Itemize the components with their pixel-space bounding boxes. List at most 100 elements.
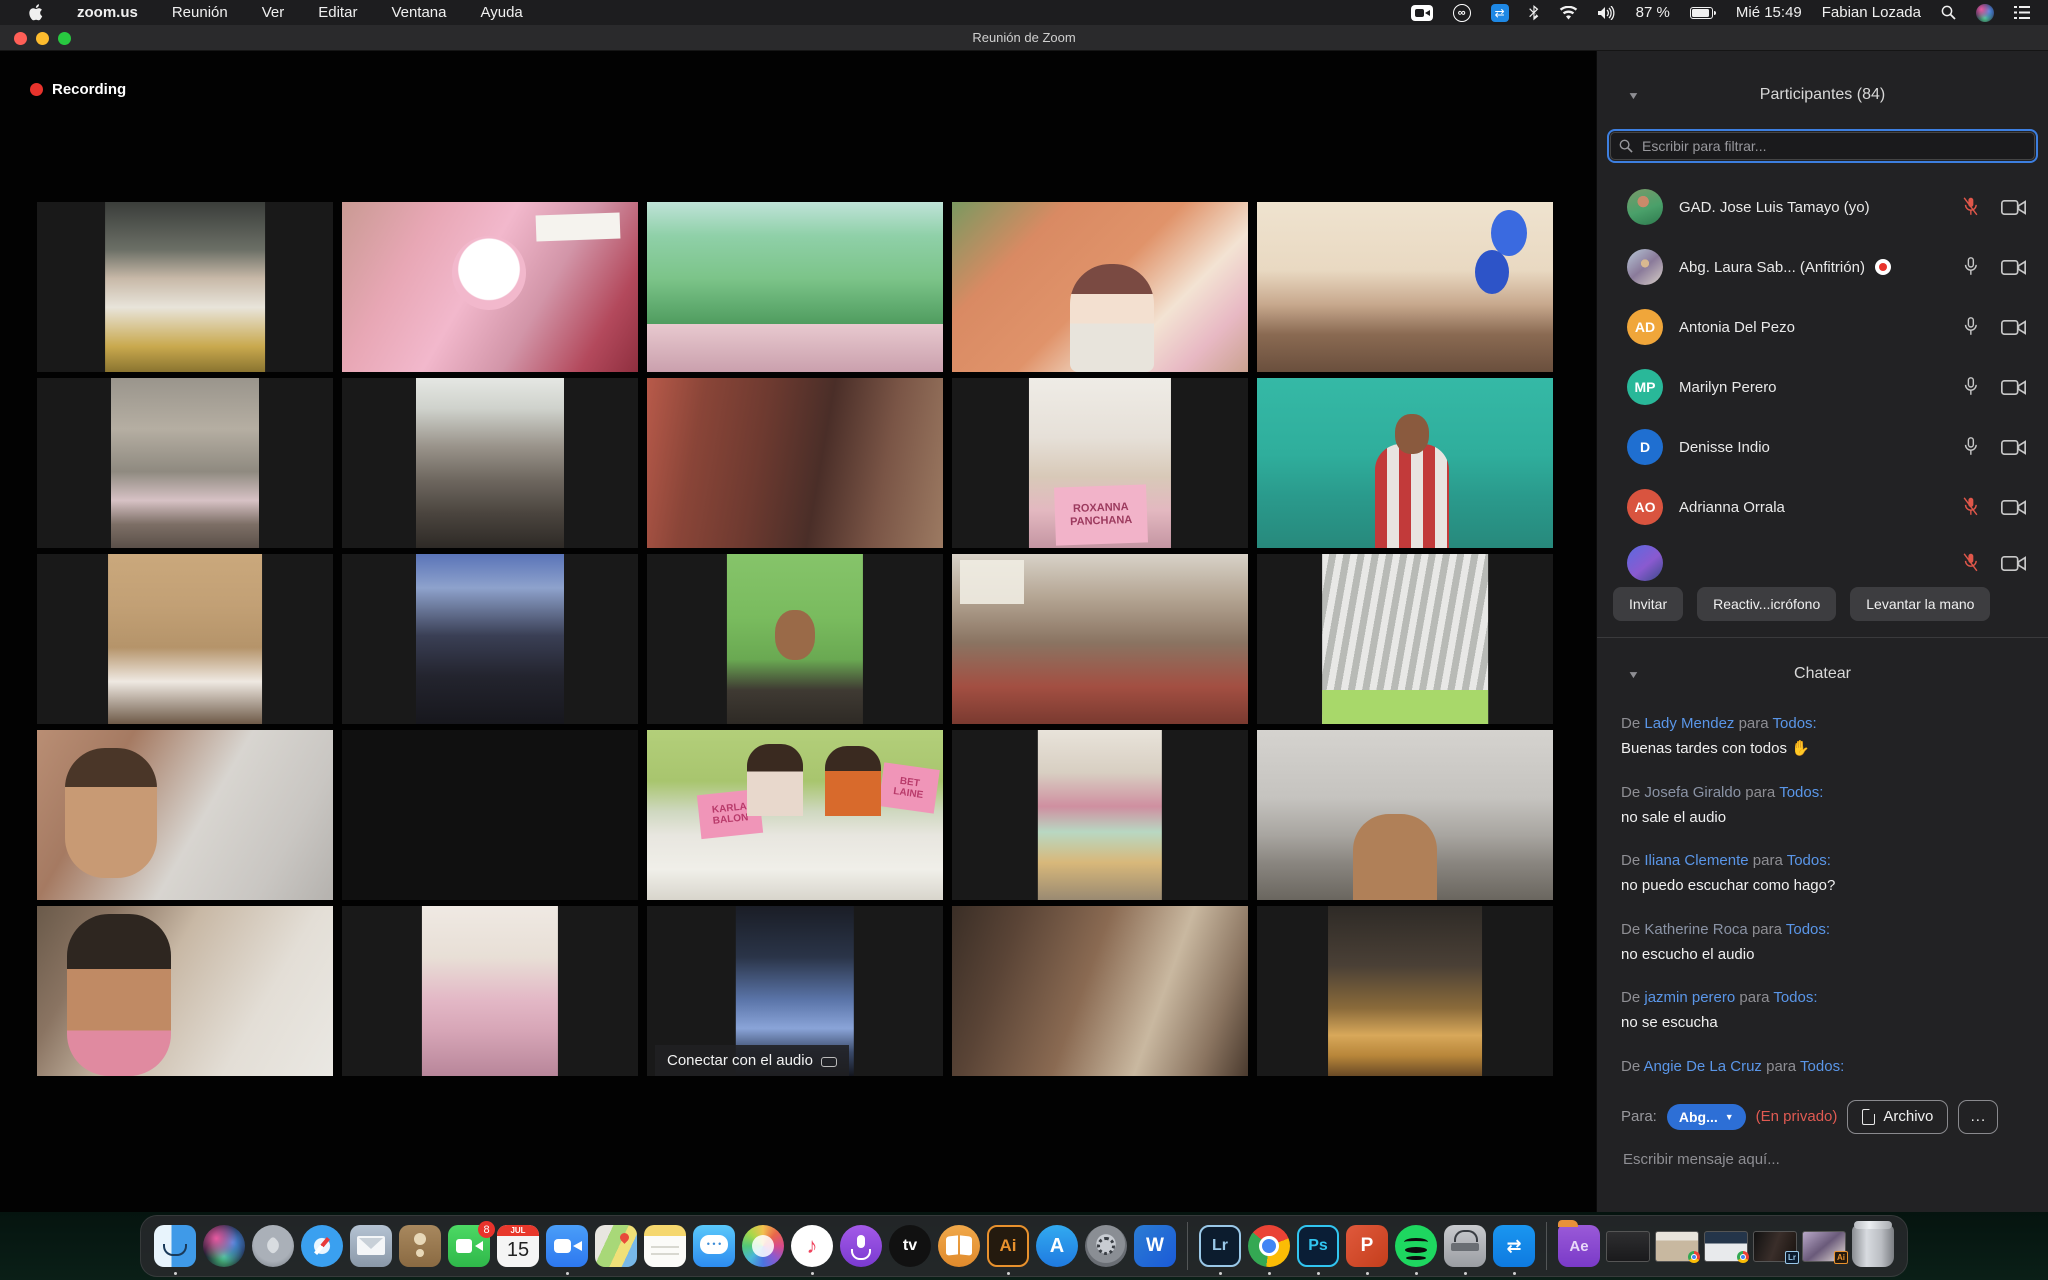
volume-icon[interactable] xyxy=(1598,4,1616,22)
recipient-name[interactable]: Todos: xyxy=(1800,1058,1844,1075)
video-tile[interactable] xyxy=(37,202,333,372)
connect-audio-tooltip[interactable]: Conectar con el audio xyxy=(655,1045,849,1076)
zoom-camera-menu-icon[interactable] xyxy=(1411,4,1433,22)
mic-icon[interactable] xyxy=(1962,375,1979,399)
apple-menu-icon[interactable] xyxy=(28,4,43,22)
menu-ayuda[interactable]: Ayuda xyxy=(481,4,523,21)
video-tile[interactable] xyxy=(952,906,1248,1076)
video-tile[interactable] xyxy=(1257,202,1553,372)
dock-maps[interactable] xyxy=(594,1218,638,1274)
dock-zoom[interactable] xyxy=(545,1218,589,1274)
dock-minimized-lightroom-window[interactable]: Lr xyxy=(1753,1218,1797,1274)
video-tile[interactable] xyxy=(647,202,943,372)
recipient-name[interactable]: Todos: xyxy=(1773,989,1817,1006)
chat-message-input[interactable] xyxy=(1621,1150,2001,1169)
invite-button[interactable]: Invitar xyxy=(1613,587,1683,621)
recipient-dropdown[interactable]: Abg...▼ xyxy=(1667,1104,1746,1130)
video-on-icon[interactable] xyxy=(2001,319,2026,336)
video-tile[interactable] xyxy=(342,554,638,724)
recipient-name[interactable]: Todos: xyxy=(1786,921,1830,938)
video-tile[interactable] xyxy=(647,554,943,724)
dock-books[interactable] xyxy=(937,1218,981,1274)
video-tile[interactable] xyxy=(952,554,1248,724)
mic-icon[interactable] xyxy=(1962,315,1979,339)
dock-finder[interactable] xyxy=(153,1218,197,1274)
sender-name[interactable]: Josefa Giraldo xyxy=(1644,784,1741,801)
menu-ver[interactable]: Ver xyxy=(262,4,285,21)
dock-spotify[interactable] xyxy=(1394,1218,1438,1274)
teamviewer-menu-icon[interactable]: ⇄ xyxy=(1491,4,1509,22)
dock-lightroom[interactable]: Lr xyxy=(1198,1218,1242,1274)
search-box[interactable] xyxy=(1610,132,2035,160)
dock-minimized-window[interactable] xyxy=(1606,1218,1650,1274)
participant-row[interactable]: D Denisse Indio xyxy=(1597,417,2048,477)
notification-center-icon[interactable] xyxy=(2014,4,2030,22)
dock-facetime[interactable]: 8 xyxy=(447,1218,491,1274)
dock-mail[interactable] xyxy=(349,1218,393,1274)
video-tile[interactable] xyxy=(37,378,333,548)
zoom-window-button[interactable] xyxy=(58,32,71,45)
recipient-name[interactable]: Todos: xyxy=(1773,715,1817,732)
video-tile[interactable] xyxy=(37,730,333,900)
participant-row[interactable]: MP Marilyn Perero xyxy=(1597,357,2048,417)
video-tile[interactable]: ROXANNA PANCHANA xyxy=(952,378,1248,548)
dock-word[interactable]: W xyxy=(1133,1218,1177,1274)
dock-safari[interactable] xyxy=(300,1218,344,1274)
dock-siri[interactable] xyxy=(202,1218,246,1274)
participant-row-partial[interactable] xyxy=(1597,537,2048,581)
dock-photoshop[interactable]: Ps xyxy=(1296,1218,1340,1274)
mic-icon[interactable] xyxy=(1962,255,1979,279)
recipient-name[interactable]: Todos: xyxy=(1787,852,1831,869)
recipient-name[interactable]: Todos: xyxy=(1779,784,1823,801)
participant-row[interactable]: GAD. Jose Luis Tamayo (yo) xyxy=(1597,177,2048,237)
search-input[interactable] xyxy=(1640,137,2026,155)
video-on-icon[interactable] xyxy=(2001,499,2026,516)
sender-name[interactable]: Iliana Clemente xyxy=(1644,852,1748,869)
video-tile[interactable] xyxy=(342,730,638,900)
sender-name[interactable]: jazmin perero xyxy=(1644,989,1735,1006)
video-tile[interactable] xyxy=(952,202,1248,372)
dock-notes[interactable] xyxy=(643,1218,687,1274)
close-window-button[interactable] xyxy=(14,32,27,45)
mic-muted-icon[interactable] xyxy=(1962,495,1979,519)
raise-hand-button[interactable]: Levantar la mano xyxy=(1850,587,1990,621)
video-tile[interactable] xyxy=(1257,906,1553,1076)
video-on-icon[interactable] xyxy=(2001,439,2026,456)
more-options-button[interactable]: ... xyxy=(1958,1100,1998,1134)
video-tile[interactable] xyxy=(37,554,333,724)
video-tile[interactable] xyxy=(342,906,638,1076)
dock-appletv[interactable]: tv xyxy=(888,1218,932,1274)
video-on-icon[interactable] xyxy=(2001,379,2026,396)
video-tile[interactable] xyxy=(1257,378,1553,548)
dock-contacts[interactable] xyxy=(398,1218,442,1274)
mic-muted-icon[interactable] xyxy=(1962,195,1979,219)
file-button[interactable]: Archivo xyxy=(1847,1100,1948,1134)
dock-photos[interactable] xyxy=(741,1218,785,1274)
video-tile[interactable] xyxy=(1257,554,1553,724)
dock-messages[interactable] xyxy=(692,1218,736,1274)
menu-editar[interactable]: Editar xyxy=(318,4,357,21)
participant-row[interactable]: Abg. Laura Sab... (Anfitrión) xyxy=(1597,237,2048,297)
dock-illustrator[interactable]: Ai xyxy=(986,1218,1030,1274)
minimize-window-button[interactable] xyxy=(36,32,49,45)
dock-chrome[interactable] xyxy=(1247,1218,1291,1274)
video-on-icon[interactable] xyxy=(2001,259,2026,276)
dock-minimized-chrome-window[interactable] xyxy=(1704,1218,1748,1274)
menu-ventana[interactable]: Ventana xyxy=(391,4,446,21)
video-on-icon[interactable] xyxy=(2001,199,2026,216)
dock-after-effects-folder[interactable]: Ae xyxy=(1557,1218,1601,1274)
unmute-button[interactable]: Reactiv...icrófono xyxy=(1697,587,1836,621)
video-tile[interactable] xyxy=(952,730,1248,900)
dock-appstore[interactable]: A xyxy=(1035,1218,1079,1274)
dock-launchpad[interactable] xyxy=(251,1218,295,1274)
video-tile[interactable] xyxy=(37,906,333,1076)
video-tile[interactable]: KARLA BALON BET LAINE xyxy=(647,730,943,900)
chevron-down-icon[interactable]: ▼ xyxy=(1627,89,1640,101)
dock-minimized-chrome-window[interactable] xyxy=(1655,1218,1699,1274)
dock-system-preferences[interactable] xyxy=(1084,1218,1128,1274)
dock-trash[interactable] xyxy=(1851,1218,1895,1274)
video-tile[interactable] xyxy=(647,378,943,548)
video-tile[interactable] xyxy=(342,202,638,372)
siri-menu-icon[interactable] xyxy=(1976,4,1994,22)
dock-podcasts[interactable] xyxy=(839,1218,883,1274)
